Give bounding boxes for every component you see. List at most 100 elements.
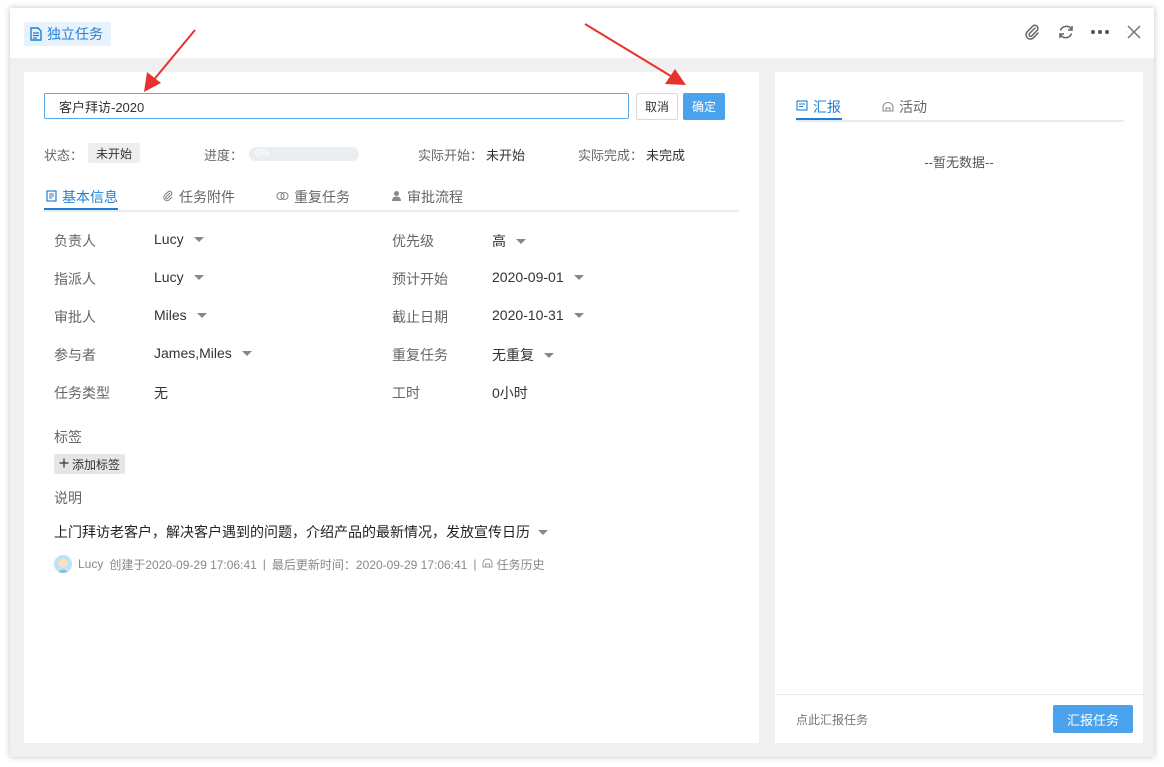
confirm-button[interactable]: 确定 [683, 93, 725, 120]
task-window: 独立任务 取消 确定 状态： 未开始 进度： [10, 8, 1154, 757]
field-label: 指派人 [54, 271, 96, 287]
tab-basic-info[interactable]: 基本信息 [46, 184, 118, 210]
caret-down-icon [193, 236, 204, 242]
planned-start-select[interactable]: 2020-09-01 [492, 269, 584, 285]
progress-label: 进度： [204, 148, 244, 163]
window-title: 独立任务 [47, 26, 103, 42]
field-label: 参与者 [54, 347, 96, 363]
field-label: 负责人 [54, 233, 96, 249]
progress-bar: 0% [249, 147, 359, 161]
add-tag-button[interactable]: 添加标签 [54, 454, 126, 474]
tab-attachments[interactable]: 任务附件 [162, 184, 235, 210]
history-icon [482, 557, 493, 571]
document-icon [30, 27, 42, 41]
tab-label: 基本信息 [62, 189, 118, 205]
caret-down-icon [196, 312, 207, 318]
tab-report[interactable]: 汇报 [796, 94, 841, 120]
priority-select[interactable]: 高 [492, 231, 526, 251]
approver-select[interactable]: Miles [154, 307, 207, 323]
close-icon[interactable] [1124, 22, 1144, 42]
plus-icon [59, 457, 69, 471]
due-date-select[interactable]: 2020-10-31 [492, 307, 584, 323]
tab-approval[interactable]: 审批流程 [391, 184, 463, 210]
tab-label: 汇报 [813, 99, 841, 115]
progress-text: 0% [255, 148, 270, 159]
report-tabs: 汇报 活动 [796, 90, 1124, 122]
field-label: 审批人 [54, 309, 96, 325]
field-value: James,Miles [154, 345, 232, 361]
tab-label: 重复任务 [294, 189, 350, 205]
task-meta: Lucy 创建于2020-09-29 17:06:41 | 最后更新时间：202… [54, 554, 545, 574]
field-priority: 优先级 高 [392, 231, 692, 251]
field-tags: 标签 [54, 427, 154, 447]
activity-icon [882, 99, 894, 115]
tab-label: 活动 [899, 99, 927, 115]
caret-down-icon [538, 529, 548, 535]
caret-down-icon [544, 352, 554, 358]
field-value: 2020-10-31 [492, 307, 564, 323]
paperclip-icon[interactable] [1022, 22, 1042, 42]
field-label: 重复任务 [392, 347, 448, 363]
detail-tabs: 基本信息 任务附件 重复任务 审批流程 [44, 180, 739, 212]
description-value: 上门拜访老客户，解决客户遇到的问题，介绍产品的最新情况，发放宣传日历 [54, 524, 530, 540]
avatar [54, 555, 72, 573]
owner-select[interactable]: Lucy [154, 231, 204, 247]
field-value: Lucy [154, 231, 184, 247]
field-task-type: 任务类型 无 [54, 383, 354, 403]
tags-label: 标签 [54, 429, 82, 445]
field-value: 无重复 [492, 347, 534, 363]
meta-user: Lucy [78, 557, 104, 571]
actual-finish-value: 未完成 [646, 148, 686, 163]
participants-select[interactable]: James,Miles [154, 345, 252, 361]
field-value: Miles [154, 307, 187, 323]
caret-down-icon [573, 274, 584, 280]
report-hint[interactable]: 点此汇报任务 [796, 711, 868, 728]
tab-activity[interactable]: 活动 [882, 94, 927, 120]
field-value: 高 [492, 233, 506, 249]
task-type-value[interactable]: 无 [154, 383, 168, 403]
status-badge: 未开始 [88, 143, 141, 163]
repeat-select[interactable]: 无重复 [492, 345, 554, 365]
title-bar: 独立任务 [10, 8, 1154, 58]
field-label: 工时 [392, 385, 420, 401]
field-description: 说明 [54, 488, 154, 508]
paperclip-icon [162, 189, 174, 205]
meta-updated: 最后更新时间：2020-09-29 17:06:41 [271, 557, 468, 572]
field-assigner: 指派人 Lucy [54, 269, 354, 289]
active-tab-indicator [796, 118, 842, 120]
field-planned-start: 预计开始 2020-09-01 [392, 269, 692, 289]
window-title-chip: 独立任务 [24, 22, 111, 46]
assigner-select[interactable]: Lucy [154, 269, 204, 285]
more-dots-icon[interactable] [1090, 22, 1110, 42]
task-history-label: 任务历史 [496, 557, 545, 572]
status-row: 状态： 未开始 进度： 0% 实际开始： 未开始 实际完成： 未完成 [44, 143, 744, 163]
meta-created: 创建于2020-09-29 17:06:41 [109, 557, 257, 572]
field-label: 任务类型 [54, 385, 110, 401]
refresh-icon[interactable] [1056, 22, 1076, 42]
report-panel: 汇报 活动 --暂无数据-- 点此汇报任务 汇报任务 [775, 72, 1143, 743]
description-label: 说明 [54, 490, 82, 506]
caret-down-icon [516, 238, 526, 244]
field-due-date: 截止日期 2020-10-31 [392, 307, 692, 327]
task-name-input[interactable] [44, 93, 629, 119]
actual-finish-label: 实际完成： [578, 148, 644, 163]
add-tag-label: 添加标签 [72, 457, 121, 472]
field-owner: 负责人 Lucy [54, 231, 354, 251]
report-footer: 点此汇报任务 汇报任务 [775, 694, 1143, 744]
field-participants: 参与者 James,Miles [54, 345, 354, 365]
field-label: 预计开始 [392, 271, 448, 287]
work-hours-value[interactable]: 0小时 [492, 383, 528, 403]
tab-repeat[interactable]: 重复任务 [276, 184, 350, 210]
tab-label: 审批流程 [407, 189, 463, 205]
actual-start-label: 实际开始： [418, 148, 484, 163]
description-text[interactable]: 上门拜访老客户，解决客户遇到的问题，介绍产品的最新情况，发放宣传日历 [54, 522, 548, 542]
tab-label: 任务附件 [179, 189, 235, 205]
field-label: 截止日期 [392, 309, 448, 325]
meta-separator: | [262, 557, 266, 571]
caret-down-icon [241, 350, 252, 356]
caret-down-icon [573, 312, 584, 318]
report-task-button[interactable]: 汇报任务 [1053, 705, 1133, 733]
actual-start-value: 未开始 [486, 148, 526, 163]
cancel-button[interactable]: 取消 [636, 93, 678, 120]
task-history-link[interactable]: 任务历史 [482, 556, 545, 573]
